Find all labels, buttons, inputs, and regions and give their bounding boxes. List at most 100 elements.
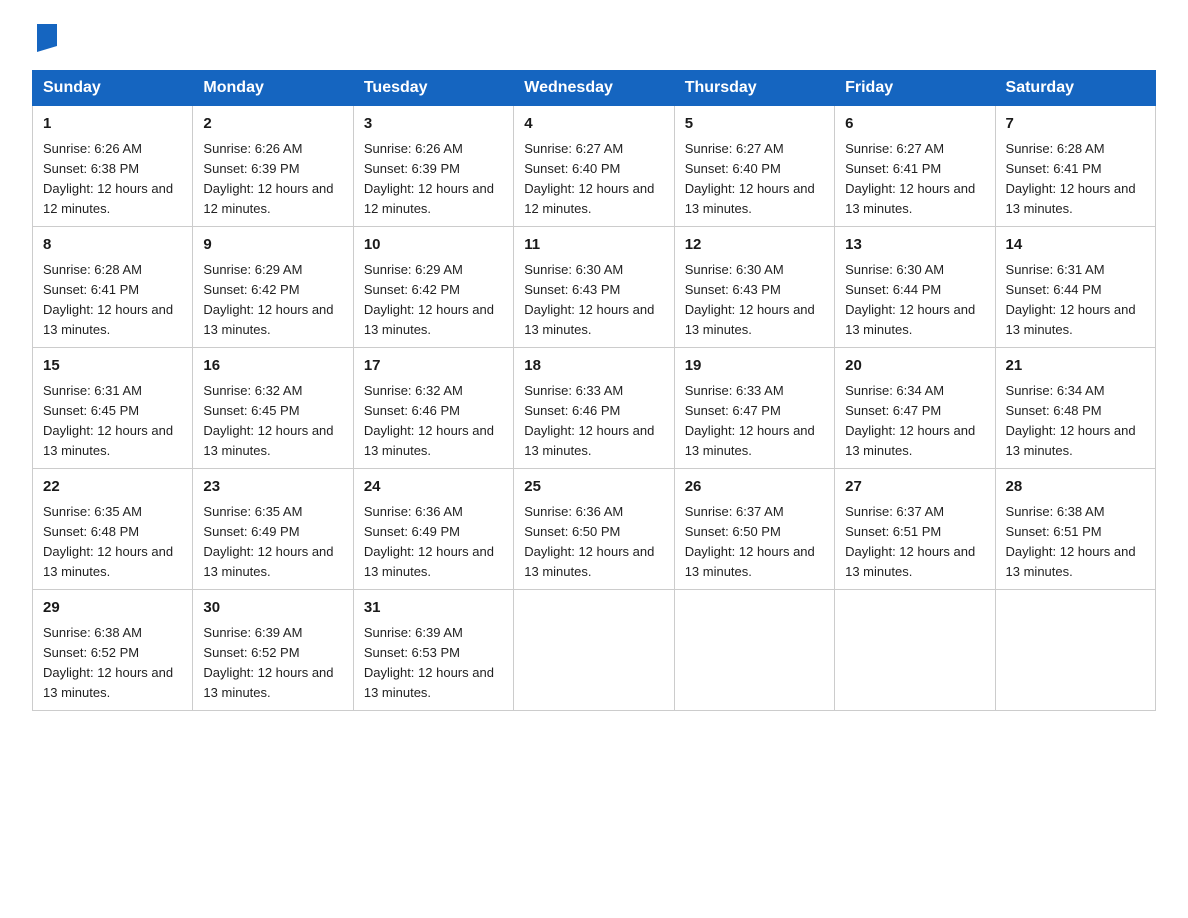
day-info: Sunrise: 6:39 AMSunset: 6:52 PMDaylight:…	[203, 625, 333, 700]
day-number: 17	[364, 355, 503, 378]
weekday-header-monday: Monday	[193, 71, 353, 106]
day-number: 29	[43, 597, 182, 620]
weekday-header-row: SundayMondayTuesdayWednesdayThursdayFrid…	[33, 71, 1156, 106]
day-number: 30	[203, 597, 342, 620]
day-info: Sunrise: 6:38 AMSunset: 6:51 PMDaylight:…	[1006, 504, 1136, 579]
day-cell-15: 15 Sunrise: 6:31 AMSunset: 6:45 PMDaylig…	[33, 348, 193, 469]
week-row-2: 8 Sunrise: 6:28 AMSunset: 6:41 PMDayligh…	[33, 227, 1156, 348]
day-info: Sunrise: 6:38 AMSunset: 6:52 PMDaylight:…	[43, 625, 173, 700]
day-number: 19	[685, 355, 824, 378]
day-cell-9: 9 Sunrise: 6:29 AMSunset: 6:42 PMDayligh…	[193, 227, 353, 348]
day-cell-7: 7 Sunrise: 6:28 AMSunset: 6:41 PMDayligh…	[995, 106, 1155, 227]
day-cell-25: 25 Sunrise: 6:36 AMSunset: 6:50 PMDaylig…	[514, 469, 674, 590]
weekday-header-saturday: Saturday	[995, 71, 1155, 106]
day-cell-16: 16 Sunrise: 6:32 AMSunset: 6:45 PMDaylig…	[193, 348, 353, 469]
empty-cell	[514, 590, 674, 711]
day-info: Sunrise: 6:28 AMSunset: 6:41 PMDaylight:…	[1006, 141, 1136, 216]
day-cell-8: 8 Sunrise: 6:28 AMSunset: 6:41 PMDayligh…	[33, 227, 193, 348]
day-number: 15	[43, 355, 182, 378]
day-info: Sunrise: 6:27 AMSunset: 6:40 PMDaylight:…	[524, 141, 654, 216]
day-number: 3	[364, 113, 503, 136]
day-cell-28: 28 Sunrise: 6:38 AMSunset: 6:51 PMDaylig…	[995, 469, 1155, 590]
day-cell-12: 12 Sunrise: 6:30 AMSunset: 6:43 PMDaylig…	[674, 227, 834, 348]
day-cell-3: 3 Sunrise: 6:26 AMSunset: 6:39 PMDayligh…	[353, 106, 513, 227]
day-number: 4	[524, 113, 663, 136]
day-cell-1: 1 Sunrise: 6:26 AMSunset: 6:38 PMDayligh…	[33, 106, 193, 227]
day-info: Sunrise: 6:35 AMSunset: 6:49 PMDaylight:…	[203, 504, 333, 579]
logo-flag-icon	[33, 24, 61, 52]
day-info: Sunrise: 6:30 AMSunset: 6:43 PMDaylight:…	[685, 262, 815, 337]
empty-cell	[674, 590, 834, 711]
day-info: Sunrise: 6:27 AMSunset: 6:41 PMDaylight:…	[845, 141, 975, 216]
weekday-header-friday: Friday	[835, 71, 995, 106]
day-number: 5	[685, 113, 824, 136]
day-number: 27	[845, 476, 984, 499]
day-info: Sunrise: 6:26 AMSunset: 6:39 PMDaylight:…	[203, 141, 333, 216]
day-info: Sunrise: 6:33 AMSunset: 6:47 PMDaylight:…	[685, 383, 815, 458]
week-row-4: 22 Sunrise: 6:35 AMSunset: 6:48 PMDaylig…	[33, 469, 1156, 590]
day-number: 31	[364, 597, 503, 620]
day-cell-23: 23 Sunrise: 6:35 AMSunset: 6:49 PMDaylig…	[193, 469, 353, 590]
day-number: 2	[203, 113, 342, 136]
day-info: Sunrise: 6:30 AMSunset: 6:44 PMDaylight:…	[845, 262, 975, 337]
weekday-header-thursday: Thursday	[674, 71, 834, 106]
day-info: Sunrise: 6:31 AMSunset: 6:44 PMDaylight:…	[1006, 262, 1136, 337]
page-header	[32, 24, 1156, 52]
day-number: 16	[203, 355, 342, 378]
week-row-1: 1 Sunrise: 6:26 AMSunset: 6:38 PMDayligh…	[33, 106, 1156, 227]
day-info: Sunrise: 6:37 AMSunset: 6:51 PMDaylight:…	[845, 504, 975, 579]
day-cell-27: 27 Sunrise: 6:37 AMSunset: 6:51 PMDaylig…	[835, 469, 995, 590]
day-info: Sunrise: 6:34 AMSunset: 6:47 PMDaylight:…	[845, 383, 975, 458]
weekday-header-wednesday: Wednesday	[514, 71, 674, 106]
day-cell-22: 22 Sunrise: 6:35 AMSunset: 6:48 PMDaylig…	[33, 469, 193, 590]
day-number: 7	[1006, 113, 1145, 136]
day-number: 9	[203, 234, 342, 257]
day-number: 23	[203, 476, 342, 499]
day-cell-6: 6 Sunrise: 6:27 AMSunset: 6:41 PMDayligh…	[835, 106, 995, 227]
day-number: 6	[845, 113, 984, 136]
day-cell-21: 21 Sunrise: 6:34 AMSunset: 6:48 PMDaylig…	[995, 348, 1155, 469]
day-cell-11: 11 Sunrise: 6:30 AMSunset: 6:43 PMDaylig…	[514, 227, 674, 348]
weekday-header-tuesday: Tuesday	[353, 71, 513, 106]
day-number: 20	[845, 355, 984, 378]
day-info: Sunrise: 6:33 AMSunset: 6:46 PMDaylight:…	[524, 383, 654, 458]
day-info: Sunrise: 6:27 AMSunset: 6:40 PMDaylight:…	[685, 141, 815, 216]
empty-cell	[835, 590, 995, 711]
day-cell-24: 24 Sunrise: 6:36 AMSunset: 6:49 PMDaylig…	[353, 469, 513, 590]
day-info: Sunrise: 6:31 AMSunset: 6:45 PMDaylight:…	[43, 383, 173, 458]
day-cell-2: 2 Sunrise: 6:26 AMSunset: 6:39 PMDayligh…	[193, 106, 353, 227]
day-cell-10: 10 Sunrise: 6:29 AMSunset: 6:42 PMDaylig…	[353, 227, 513, 348]
day-cell-31: 31 Sunrise: 6:39 AMSunset: 6:53 PMDaylig…	[353, 590, 513, 711]
week-row-5: 29 Sunrise: 6:38 AMSunset: 6:52 PMDaylig…	[33, 590, 1156, 711]
day-number: 28	[1006, 476, 1145, 499]
day-cell-30: 30 Sunrise: 6:39 AMSunset: 6:52 PMDaylig…	[193, 590, 353, 711]
day-number: 22	[43, 476, 182, 499]
day-info: Sunrise: 6:29 AMSunset: 6:42 PMDaylight:…	[364, 262, 494, 337]
day-info: Sunrise: 6:36 AMSunset: 6:50 PMDaylight:…	[524, 504, 654, 579]
day-info: Sunrise: 6:32 AMSunset: 6:46 PMDaylight:…	[364, 383, 494, 458]
day-cell-18: 18 Sunrise: 6:33 AMSunset: 6:46 PMDaylig…	[514, 348, 674, 469]
day-number: 14	[1006, 234, 1145, 257]
day-cell-29: 29 Sunrise: 6:38 AMSunset: 6:52 PMDaylig…	[33, 590, 193, 711]
day-cell-13: 13 Sunrise: 6:30 AMSunset: 6:44 PMDaylig…	[835, 227, 995, 348]
day-info: Sunrise: 6:29 AMSunset: 6:42 PMDaylight:…	[203, 262, 333, 337]
weekday-header-sunday: Sunday	[33, 71, 193, 106]
day-info: Sunrise: 6:39 AMSunset: 6:53 PMDaylight:…	[364, 625, 494, 700]
day-number: 1	[43, 113, 182, 136]
day-number: 11	[524, 234, 663, 257]
day-info: Sunrise: 6:26 AMSunset: 6:38 PMDaylight:…	[43, 141, 173, 216]
day-cell-5: 5 Sunrise: 6:27 AMSunset: 6:40 PMDayligh…	[674, 106, 834, 227]
day-cell-14: 14 Sunrise: 6:31 AMSunset: 6:44 PMDaylig…	[995, 227, 1155, 348]
day-number: 13	[845, 234, 984, 257]
day-number: 8	[43, 234, 182, 257]
day-cell-20: 20 Sunrise: 6:34 AMSunset: 6:47 PMDaylig…	[835, 348, 995, 469]
day-cell-17: 17 Sunrise: 6:32 AMSunset: 6:46 PMDaylig…	[353, 348, 513, 469]
logo	[32, 24, 61, 52]
day-cell-19: 19 Sunrise: 6:33 AMSunset: 6:47 PMDaylig…	[674, 348, 834, 469]
day-cell-26: 26 Sunrise: 6:37 AMSunset: 6:50 PMDaylig…	[674, 469, 834, 590]
day-info: Sunrise: 6:37 AMSunset: 6:50 PMDaylight:…	[685, 504, 815, 579]
day-info: Sunrise: 6:35 AMSunset: 6:48 PMDaylight:…	[43, 504, 173, 579]
day-info: Sunrise: 6:34 AMSunset: 6:48 PMDaylight:…	[1006, 383, 1136, 458]
day-number: 21	[1006, 355, 1145, 378]
day-number: 25	[524, 476, 663, 499]
